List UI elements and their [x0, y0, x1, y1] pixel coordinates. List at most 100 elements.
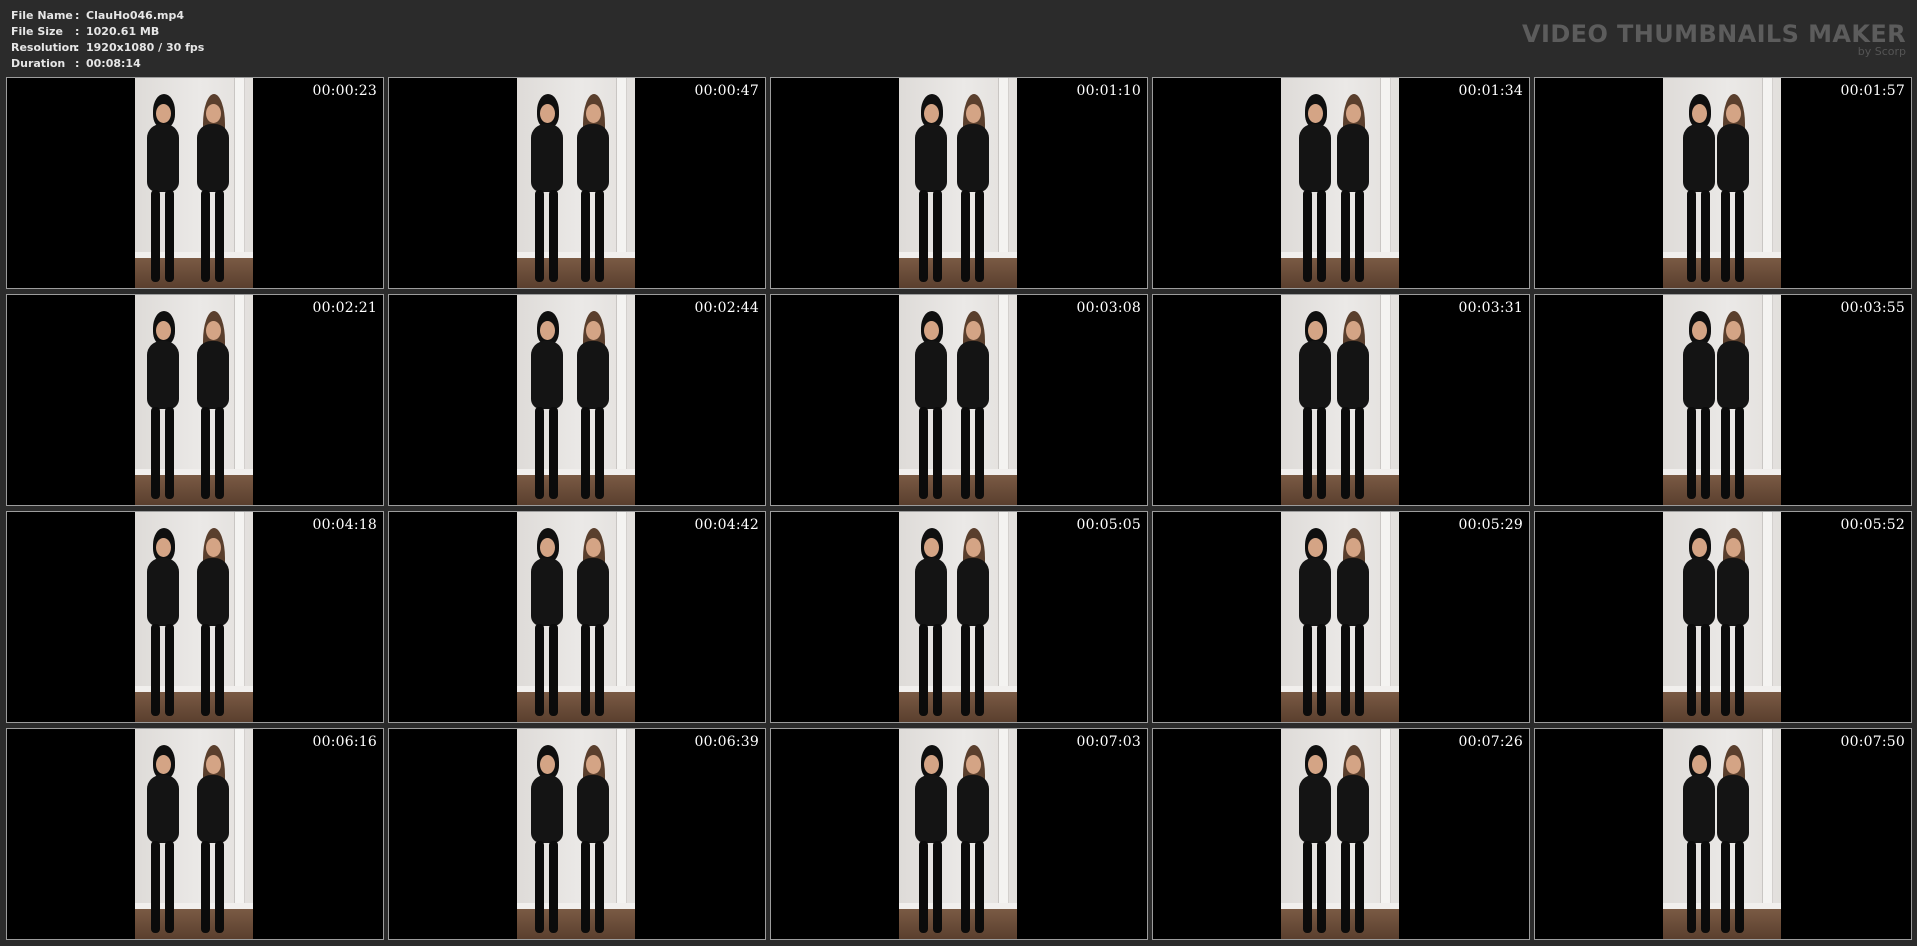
head — [1346, 755, 1361, 774]
video-frame-image — [1663, 295, 1781, 505]
file-info-panel: File Name : ClauHo046.mp4 File Size : 10… — [11, 8, 204, 72]
leg — [549, 190, 558, 282]
person-figure — [1711, 311, 1755, 499]
head — [1346, 104, 1361, 123]
person-figure — [909, 94, 953, 282]
leg — [1303, 841, 1312, 933]
person-figure — [571, 528, 615, 716]
head — [156, 321, 171, 340]
thumbnail-tile[interactable]: 00:04:18 — [6, 511, 384, 723]
leg — [1341, 190, 1350, 282]
person-figure — [909, 745, 953, 933]
thumbnail-tile[interactable]: 00:07:50 — [1534, 728, 1912, 940]
person-figure — [951, 528, 995, 716]
torso — [915, 775, 947, 843]
leg — [549, 841, 558, 933]
leg — [1303, 190, 1312, 282]
torso — [1299, 341, 1331, 409]
torso — [531, 124, 563, 192]
leg — [933, 407, 942, 499]
head — [156, 104, 171, 123]
head — [1346, 538, 1361, 557]
timestamp-label: 00:05:05 — [1076, 517, 1141, 533]
person-figure — [909, 311, 953, 499]
torso — [1299, 775, 1331, 843]
file-size-label: File Size — [11, 25, 63, 38]
leg — [595, 841, 604, 933]
thumbnail-tile[interactable]: 00:03:08 — [770, 294, 1148, 506]
leg — [1341, 407, 1350, 499]
torso — [1337, 775, 1369, 843]
file-name-label: File Name — [11, 9, 73, 22]
leg — [961, 841, 970, 933]
person-figure — [1711, 94, 1755, 282]
leg — [919, 624, 928, 716]
head — [924, 538, 939, 557]
thumbnail-tile[interactable]: 00:00:47 — [388, 77, 766, 289]
torso — [197, 124, 229, 192]
thumbnail-tile[interactable]: 00:04:42 — [388, 511, 766, 723]
door-frame — [1380, 729, 1391, 905]
leg — [215, 190, 224, 282]
head — [966, 104, 981, 123]
thumbnail-tile[interactable]: 00:05:52 — [1534, 511, 1912, 723]
timestamp-label: 00:01:57 — [1840, 83, 1905, 99]
thumbnail-tile[interactable]: 00:07:26 — [1152, 728, 1530, 940]
video-frame-image — [1281, 512, 1399, 722]
leg — [1687, 624, 1696, 716]
head — [206, 755, 221, 774]
thumbnail-tile[interactable]: 00:00:23 — [6, 77, 384, 289]
file-name-value: ClauHo046.mp4 — [86, 9, 184, 22]
brand-title: VIDEO THUMBNAILS MAKER — [1522, 20, 1906, 48]
leg — [151, 624, 160, 716]
separator: : — [75, 57, 80, 70]
head — [586, 538, 601, 557]
leg — [1341, 624, 1350, 716]
thumbnail-grid: 00:00:23 00:00:47 00:01:10 00:01:34 00:01:57… — [6, 77, 1912, 940]
torso — [1299, 124, 1331, 192]
torso — [957, 775, 989, 843]
head — [1308, 104, 1323, 123]
video-frame-image — [1281, 295, 1399, 505]
thumbnail-tile[interactable]: 00:01:34 — [1152, 77, 1530, 289]
torso — [531, 558, 563, 626]
video-frame-image — [899, 78, 1017, 288]
leg — [535, 407, 544, 499]
leg — [1721, 407, 1730, 499]
leg — [919, 190, 928, 282]
thumbnail-tile[interactable]: 00:01:57 — [1534, 77, 1912, 289]
person-figure — [191, 94, 235, 282]
timestamp-label: 00:03:55 — [1840, 300, 1905, 316]
head — [206, 321, 221, 340]
head — [1692, 321, 1707, 340]
thumbnail-tile[interactable]: 00:03:31 — [1152, 294, 1530, 506]
video-frame-image — [517, 78, 635, 288]
head — [1308, 538, 1323, 557]
timestamp-label: 00:04:18 — [312, 517, 377, 533]
torso — [577, 124, 609, 192]
door-frame — [1762, 78, 1773, 254]
video-frame-image — [135, 78, 253, 288]
video-frame-image — [1281, 78, 1399, 288]
thumbnail-tile[interactable]: 00:05:29 — [1152, 511, 1530, 723]
door-frame — [234, 295, 245, 471]
leg — [961, 624, 970, 716]
leg — [1303, 407, 1312, 499]
thumbnail-tile[interactable]: 00:03:55 — [1534, 294, 1912, 506]
person-figure — [1711, 745, 1755, 933]
person-figure — [525, 745, 569, 933]
thumbnail-tile[interactable]: 00:02:21 — [6, 294, 384, 506]
timestamp-label: 00:03:31 — [1458, 300, 1523, 316]
torso — [147, 341, 179, 409]
thumbnail-tile[interactable]: 00:06:16 — [6, 728, 384, 940]
thumbnail-tile[interactable]: 00:02:44 — [388, 294, 766, 506]
leg — [215, 841, 224, 933]
leg — [975, 624, 984, 716]
thumbnail-tile[interactable]: 00:05:05 — [770, 511, 1148, 723]
leg — [549, 407, 558, 499]
thumbnail-tile[interactable]: 00:06:39 — [388, 728, 766, 940]
thumbnail-tile[interactable]: 00:01:10 — [770, 77, 1148, 289]
thumbnail-tile[interactable]: 00:07:03 — [770, 728, 1148, 940]
person-figure — [1331, 94, 1375, 282]
video-frame-image — [135, 295, 253, 505]
